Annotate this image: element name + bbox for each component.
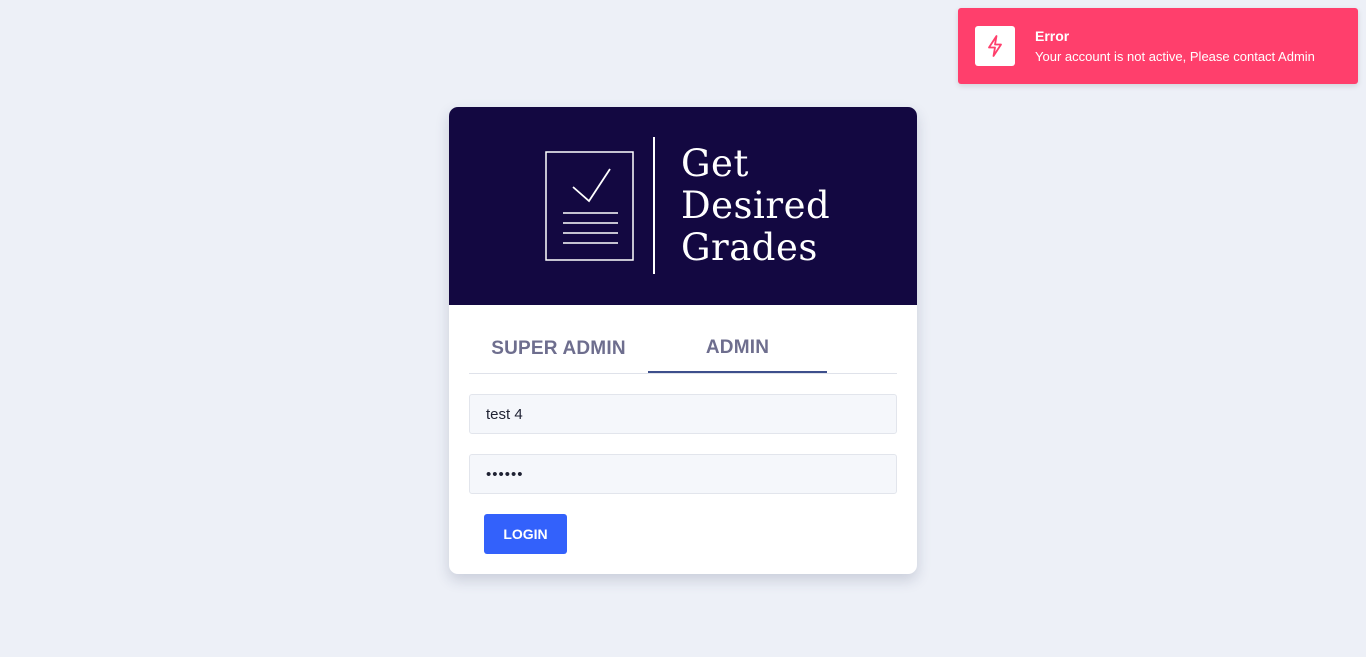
logo-line-3: Grades bbox=[681, 226, 818, 269]
logo-text: Get Desired Grades bbox=[681, 143, 830, 269]
toast-title: Error bbox=[1035, 27, 1070, 44]
password-input[interactable] bbox=[469, 454, 897, 494]
toast-icon-box bbox=[975, 26, 1015, 66]
tab-admin[interactable]: ADMIN bbox=[648, 325, 827, 373]
logo-line-2: Desired bbox=[681, 184, 831, 227]
logo-line-1: Get bbox=[681, 142, 749, 185]
login-card: Get Desired Grades SUPER ADMIN ADMIN LOG… bbox=[449, 107, 917, 574]
login-tabs: SUPER ADMIN ADMIN bbox=[469, 325, 897, 374]
card-header: Get Desired Grades bbox=[449, 107, 917, 305]
toast-message: Your account is not active, Please conta… bbox=[1035, 48, 1315, 64]
login-page: Error Your account is not active, Please… bbox=[0, 0, 1366, 657]
tab-super-admin[interactable]: SUPER ADMIN bbox=[469, 325, 648, 373]
lightning-icon bbox=[988, 35, 1002, 57]
login-button[interactable]: LOGIN bbox=[484, 514, 567, 554]
toast-text: Error Your account is not active, Please… bbox=[1035, 27, 1315, 66]
document-check-icon bbox=[545, 137, 655, 274]
username-input[interactable] bbox=[469, 394, 897, 434]
error-toast[interactable]: Error Your account is not active, Please… bbox=[958, 8, 1358, 84]
